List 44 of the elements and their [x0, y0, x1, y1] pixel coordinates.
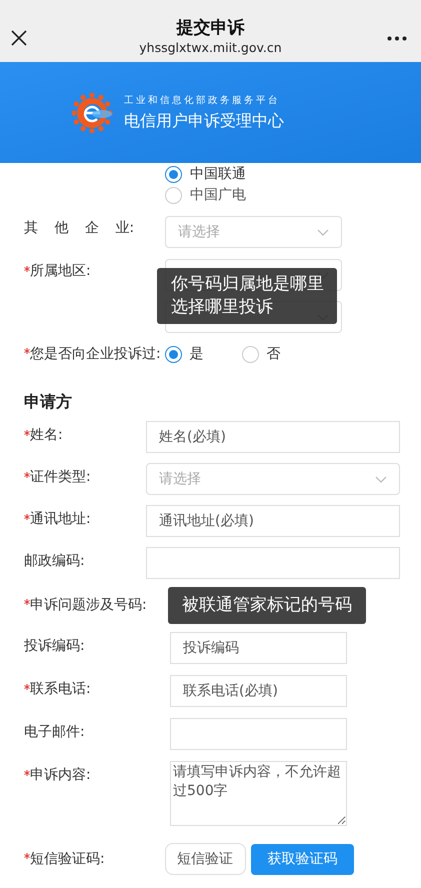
radio-label: 中国广电: [190, 186, 246, 205]
select-field[interactable]: 请选择: [146, 463, 400, 495]
field-label: 电子邮件:: [24, 723, 85, 742]
field-label: 联系电话:: [30, 680, 91, 699]
banner-title: 电信用户申诉受理中心: [124, 110, 284, 132]
field-label: 姓名:: [30, 426, 63, 445]
input-field[interactable]: 通讯地址(必填): [146, 505, 400, 537]
field-label: 证件类型:: [30, 468, 91, 487]
field-label: 其 他 企 业:: [24, 219, 134, 238]
tooltip-text: 被联通管家标记的号码: [182, 594, 352, 617]
chevron-down-icon: [317, 228, 329, 236]
tooltip-text: 你号码归属地是哪里: [171, 273, 323, 296]
field-label: 申诉问题涉及号码:: [30, 596, 147, 614]
radio-button[interactable]: [165, 166, 182, 183]
chevron-down-icon: [375, 476, 387, 482]
radio-label: 是: [190, 344, 204, 364]
get-code-button[interactable]: 获取验证码: [251, 844, 354, 874]
close-icon[interactable]: [11, 30, 27, 46]
input-field[interactable]: [146, 547, 400, 579]
text-area[interactable]: 请填写申诉内容，不允许超过500字: [170, 761, 347, 826]
select-field[interactable]: 请选择: [165, 216, 342, 248]
input-field[interactable]: 投诉编码: [170, 632, 347, 664]
sms-code-field[interactable]: 短信验证: [165, 843, 246, 875]
tooltip-text: 选择哪里投诉: [171, 296, 274, 319]
field-label: 短信验证码:: [30, 850, 105, 868]
banner-subtitle: 工业和信息化部政务服务平台: [124, 94, 281, 108]
field-label: 所属地区:: [30, 262, 91, 281]
radio-button[interactable]: [242, 346, 259, 362]
input-field[interactable]: 姓名(必填): [146, 421, 400, 453]
page-title: 提交申诉: [176, 17, 244, 39]
more-icon[interactable]: [387, 36, 407, 41]
page-url: yhssglxtwx.miit.gov.cn: [139, 39, 282, 57]
radio-label: 中国联通: [190, 165, 246, 184]
input-field[interactable]: 联系电话(必填): [170, 675, 347, 707]
field-label: 申诉内容:: [30, 766, 91, 785]
input-field[interactable]: [170, 718, 347, 750]
field-label: 您是否向企业投诉过:: [30, 344, 161, 364]
radio-button[interactable]: [165, 187, 182, 204]
field-label: 邮政编码:: [24, 552, 85, 571]
field-label: 投诉编码:: [24, 637, 85, 656]
radio-button[interactable]: [164, 346, 182, 362]
field-label: 通讯地址:: [30, 510, 91, 529]
section-title: 申请方: [23, 391, 72, 413]
radio-label: 否: [266, 344, 281, 364]
